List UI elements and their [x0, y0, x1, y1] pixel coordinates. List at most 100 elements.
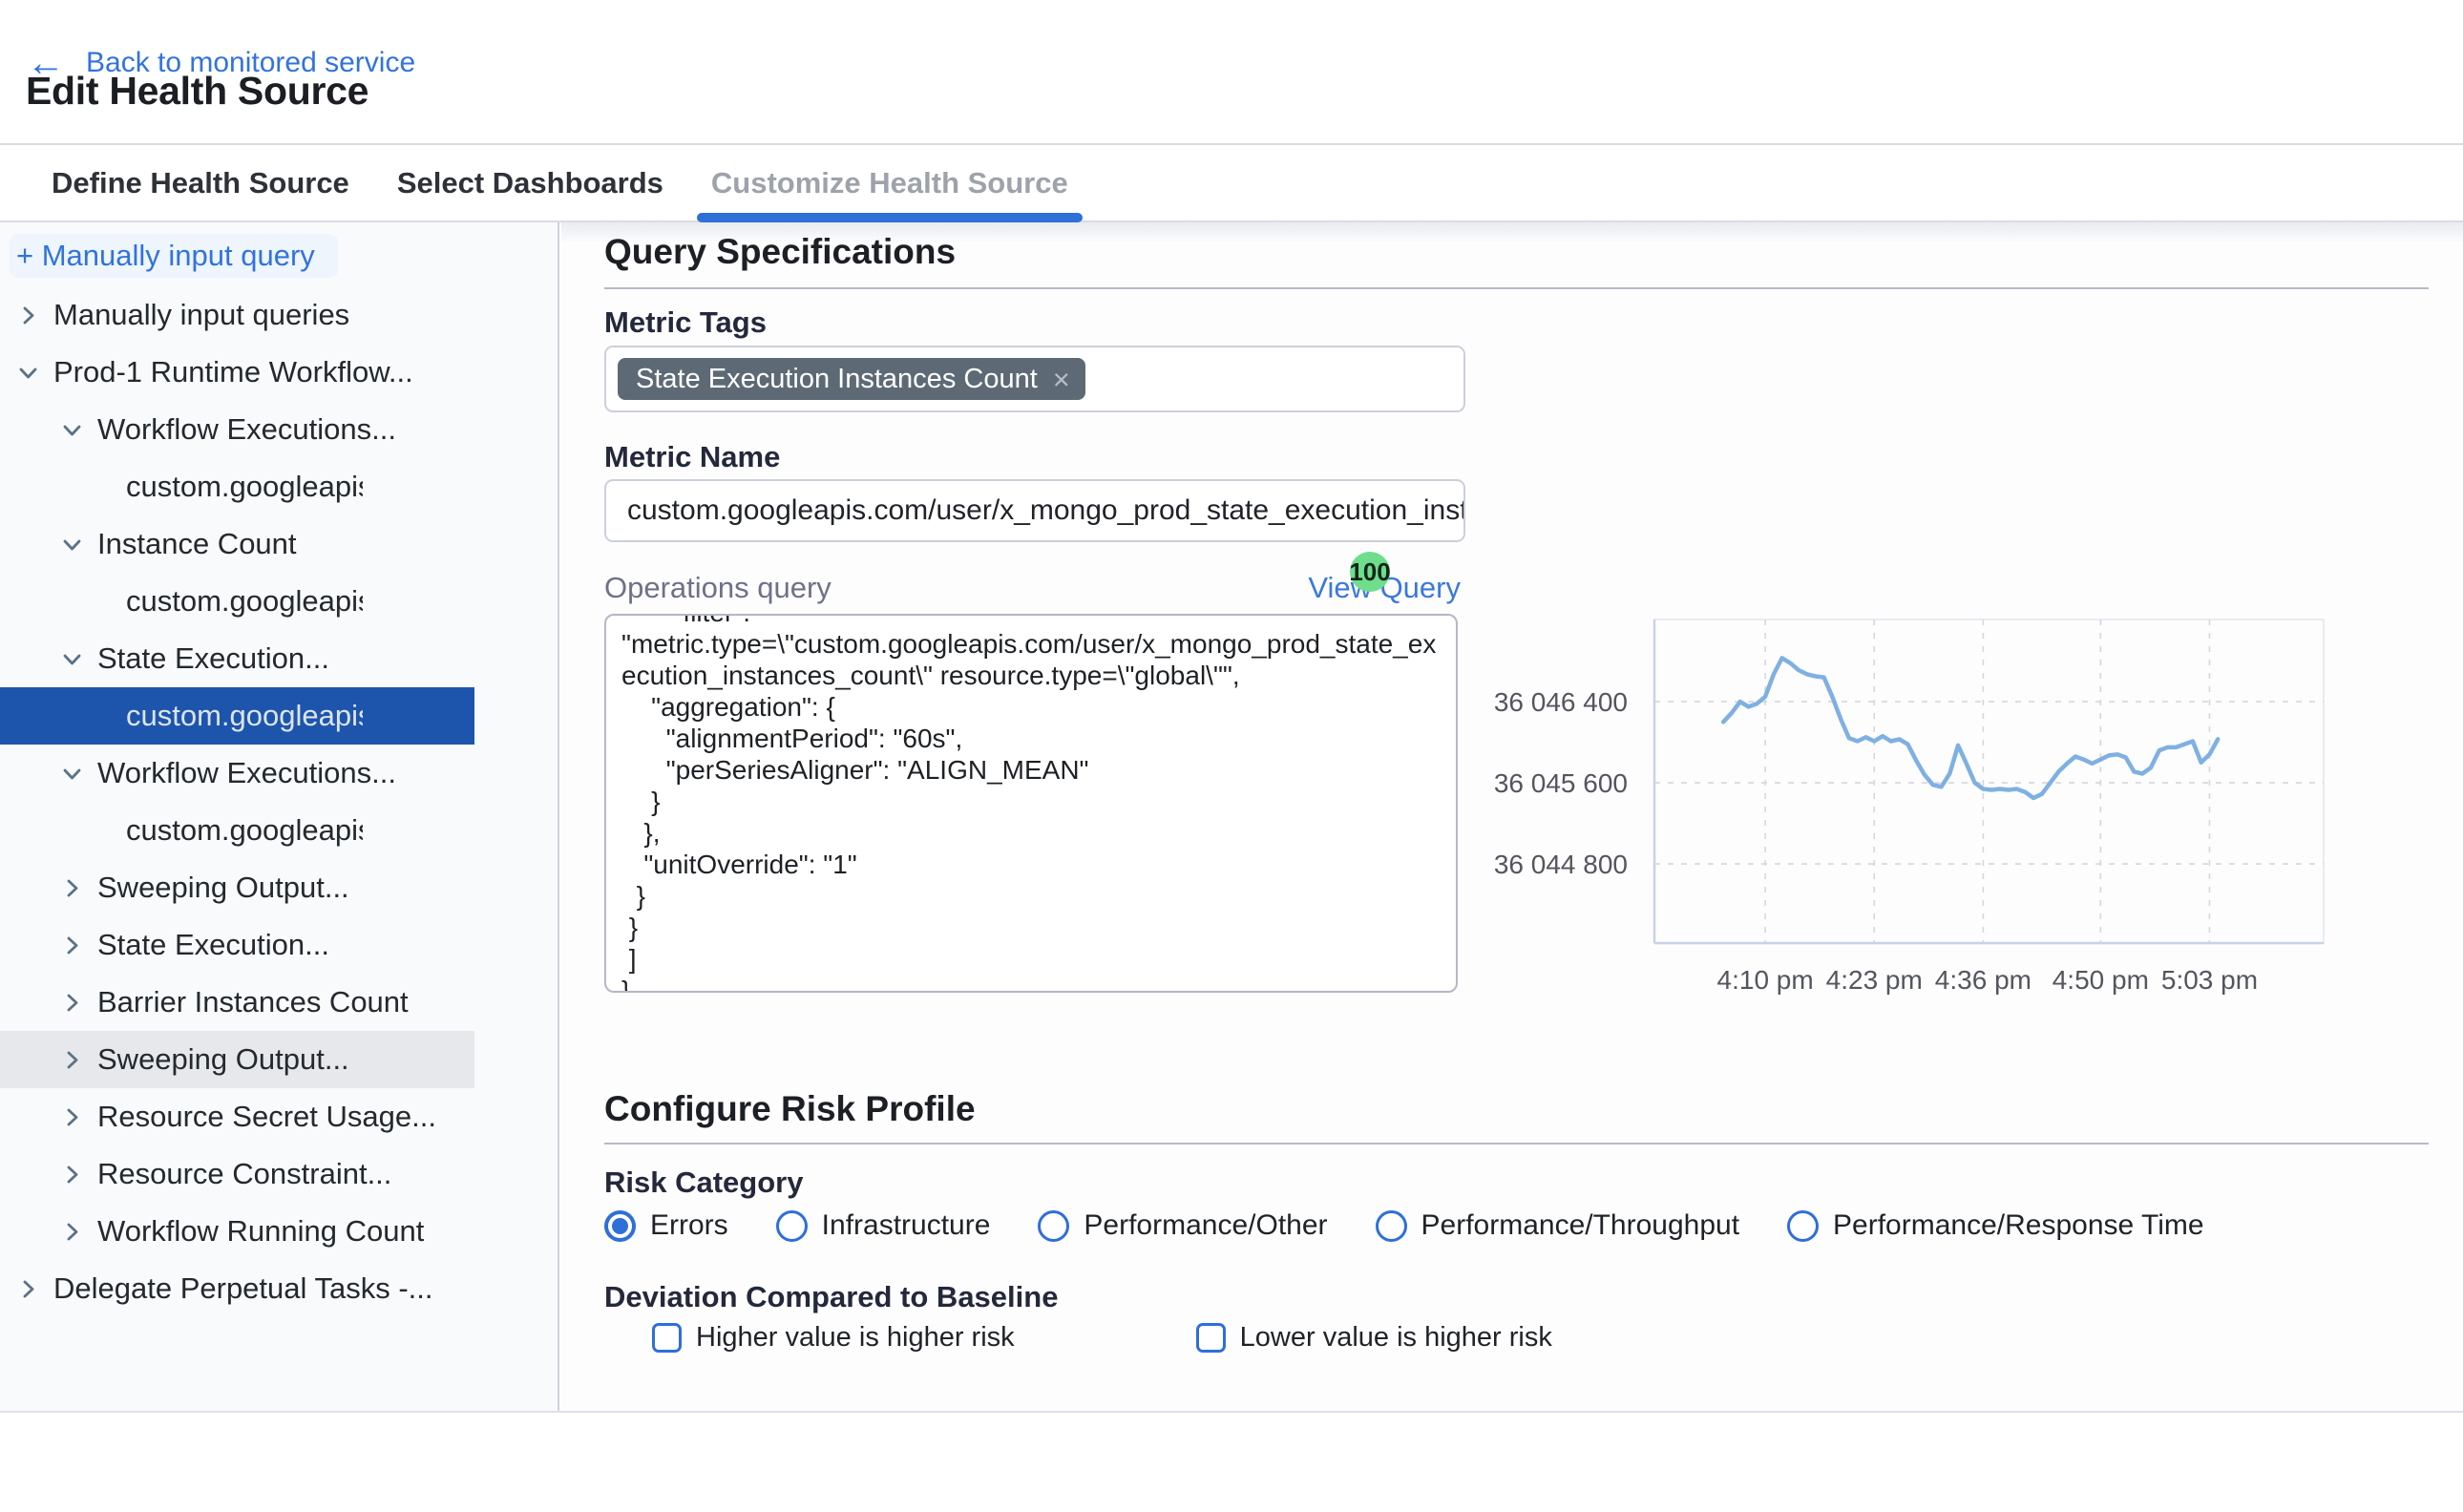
tree-item-label: Prod-1 Runtime Workflow... — [53, 355, 413, 389]
sidebar: + Manually input query Manually input qu… — [0, 222, 559, 1411]
configure-risk-profile-title: Configure Risk Profile — [604, 1089, 976, 1129]
header: ← Back to monitored service Edit Health … — [0, 0, 2463, 143]
radio-button-icon[interactable] — [776, 1210, 808, 1242]
add-manual-query-button[interactable]: + Manually input query — [10, 234, 338, 278]
add-manual-query-label: + Manually input query — [16, 239, 315, 273]
tree-item-sweeping-output[interactable]: Sweeping Output... — [0, 1031, 474, 1088]
radio-option-performance-response-time[interactable]: Performance/Response Time — [1787, 1209, 2204, 1242]
deviation-group: Higher value is higher risk Lower value i… — [652, 1322, 1552, 1354]
tree-item-sweeping-output[interactable]: Sweeping Output... — [0, 859, 474, 916]
metric-chart-svg: 36 046 40036 045 60036 044 8004:10 pm4:2… — [1470, 601, 2368, 1021]
risk-category-label: Risk Category — [604, 1166, 803, 1200]
tree-item-label: Barrier Instances Count — [97, 985, 409, 1019]
tree-item-label: Sweeping Output... — [97, 871, 349, 905]
checkbox-icon[interactable] — [1196, 1323, 1226, 1353]
query-specifications-title: Query Specifications — [604, 232, 956, 272]
chevron-right-icon[interactable] — [59, 1219, 85, 1245]
tree-item-label: State Execution... — [97, 641, 329, 676]
operations-query-code[interactable]: "filter": "metric.type=\"custom.googleap… — [606, 614, 1456, 993]
metric-name-label: Metric Name — [604, 440, 780, 474]
chevron-right-icon[interactable] — [59, 1162, 85, 1187]
tree-item-prod-1-runtime-workflow[interactable]: Prod-1 Runtime Workflow... — [0, 344, 474, 401]
metric-chart: 36 046 40036 045 60036 044 8004:10 pm4:2… — [1470, 601, 2368, 1021]
sidebar-tree: Manually input queries Prod-1 Runtime Wor… — [0, 286, 559, 1317]
chevron-down-icon[interactable] — [59, 646, 85, 672]
chevron-right-icon[interactable] — [15, 1276, 41, 1302]
section-divider — [604, 287, 2429, 289]
chevron-right-icon[interactable] — [59, 1047, 85, 1073]
metric-tag-chip-label: State Execution Instances Count — [636, 364, 1038, 395]
chart-line-series — [1723, 658, 2218, 798]
radio-option-infrastructure[interactable]: Infrastructure — [776, 1209, 991, 1242]
tab-customize-health-source[interactable]: Customize Health Source — [710, 145, 1069, 220]
x-axis-tick-label: 4:23 pm — [1826, 965, 1923, 995]
tree-item-label: custom.googleapis.co — [126, 699, 363, 733]
metric-tags-label: Metric Tags — [604, 305, 767, 340]
tree-item-instance-count[interactable]: Instance Count — [0, 515, 474, 573]
tree-item-label: Resource Constraint... — [97, 1157, 391, 1191]
tree-item-label: custom.googleapis.co — [126, 813, 363, 848]
tab-define-health-source[interactable]: Define Health Source — [51, 145, 350, 220]
tree-item-barrier-instances-count[interactable]: Barrier Instances Count — [0, 974, 474, 1031]
tree-item-workflow-running-count[interactable]: Workflow Running Count — [0, 1203, 474, 1260]
x-axis-tick-label: 4:10 pm — [1717, 965, 1814, 995]
tree-item-workflow-executions[interactable]: Workflow Executions... — [0, 745, 474, 802]
chevron-right-icon[interactable] — [59, 933, 85, 958]
chevron-right-icon[interactable] — [59, 990, 85, 1016]
tree-item-state-execution[interactable]: State Execution... — [0, 916, 474, 974]
chevron-down-icon[interactable] — [59, 417, 85, 443]
metric-name-value: custom.googleapis.com/user/x_mongo_prod_… — [627, 494, 1465, 527]
tree-item-custom-googleapis-co[interactable]: custom.googleapis.co — [0, 802, 474, 859]
checkbox-option-higher-value-is-higher-risk[interactable]: Higher value is higher risk — [652, 1322, 1015, 1354]
radio-option-errors[interactable]: Errors — [604, 1209, 728, 1242]
chip-close-icon[interactable]: × — [1053, 365, 1070, 394]
tree-item-custom-googleapis-co[interactable]: custom.googleapis.co — [0, 687, 474, 745]
tree-item-resource-constraint[interactable]: Resource Constraint... — [0, 1145, 474, 1203]
chevron-down-icon[interactable] — [15, 360, 41, 386]
chevron-right-icon[interactable] — [15, 303, 41, 328]
x-axis-tick-label: 4:36 pm — [1935, 965, 2031, 995]
footer: Previous Submit — [0, 1411, 2463, 1512]
metric-tag-chip[interactable]: State Execution Instances Count × — [618, 358, 1085, 400]
radio-button-icon[interactable] — [604, 1210, 636, 1242]
tree-item-label: Sweeping Output... — [97, 1042, 349, 1077]
y-axis-tick-label: 36 044 800 — [1494, 850, 1628, 879]
radio-button-icon[interactable] — [1376, 1210, 1407, 1242]
tree-item-resource-secret-usage[interactable]: Resource Secret Usage... — [0, 1088, 474, 1145]
tree-item-state-execution[interactable]: State Execution... — [0, 630, 474, 687]
tree-item-manually-input-queries[interactable]: Manually input queries — [0, 286, 474, 344]
radio-option-label: Errors — [650, 1209, 728, 1242]
y-axis-tick-label: 36 045 600 — [1494, 768, 1628, 798]
chevron-right-icon[interactable] — [59, 1104, 85, 1130]
tree-item-custom-googleapis-co[interactable]: custom.googleapis.co — [0, 573, 474, 630]
radio-option-label: Infrastructure — [822, 1209, 991, 1242]
tree-item-custom-googleapis-co[interactable]: custom.googleapis.co — [0, 458, 474, 515]
chevron-right-icon[interactable] — [59, 875, 85, 901]
tab-bar: Define Health Source Select Dashboards Cus… — [0, 143, 2463, 222]
page-title: Edit Health Source — [26, 69, 368, 114]
operations-query-editor[interactable]: "filter": "metric.type=\"custom.googleap… — [604, 614, 1458, 993]
chevron-down-icon[interactable] — [59, 532, 85, 557]
x-axis-tick-label: 5:03 pm — [2161, 965, 2258, 995]
tree-item-delegate-perpetual-tasks[interactable]: Delegate Perpetual Tasks -... — [0, 1260, 474, 1317]
metric-tags-input[interactable]: State Execution Instances Count × — [604, 346, 1465, 412]
checkbox-option-lower-value-is-higher-risk[interactable]: Lower value is higher risk — [1196, 1322, 1552, 1354]
radio-option-performance-throughput[interactable]: Performance/Throughput — [1376, 1209, 1740, 1242]
checkbox-icon[interactable] — [652, 1323, 682, 1353]
radio-option-performance-other[interactable]: Performance/Other — [1038, 1209, 1327, 1242]
tree-item-label: custom.googleapis.co — [126, 584, 363, 619]
tree-item-label: Workflow Executions... — [97, 412, 396, 447]
tree-item-label: Resource Secret Usage... — [97, 1100, 436, 1134]
radio-button-icon[interactable] — [1787, 1210, 1819, 1242]
query-score-badge: 100 — [1350, 552, 1390, 592]
tree-item-label: Delegate Perpetual Tasks -... — [53, 1271, 432, 1306]
tree-item-label: Workflow Executions... — [97, 756, 396, 790]
operations-query-label: Operations query — [604, 571, 832, 605]
tree-item-label: Instance Count — [97, 527, 297, 561]
tree-item-workflow-executions[interactable]: Workflow Executions... — [0, 401, 474, 458]
tab-select-dashboards[interactable]: Select Dashboards — [396, 145, 664, 220]
metric-name-input[interactable]: custom.googleapis.com/user/x_mongo_prod_… — [604, 479, 1465, 542]
checkbox-option-label: Lower value is higher risk — [1240, 1322, 1552, 1354]
chevron-down-icon[interactable] — [59, 761, 85, 787]
radio-button-icon[interactable] — [1038, 1210, 1069, 1242]
